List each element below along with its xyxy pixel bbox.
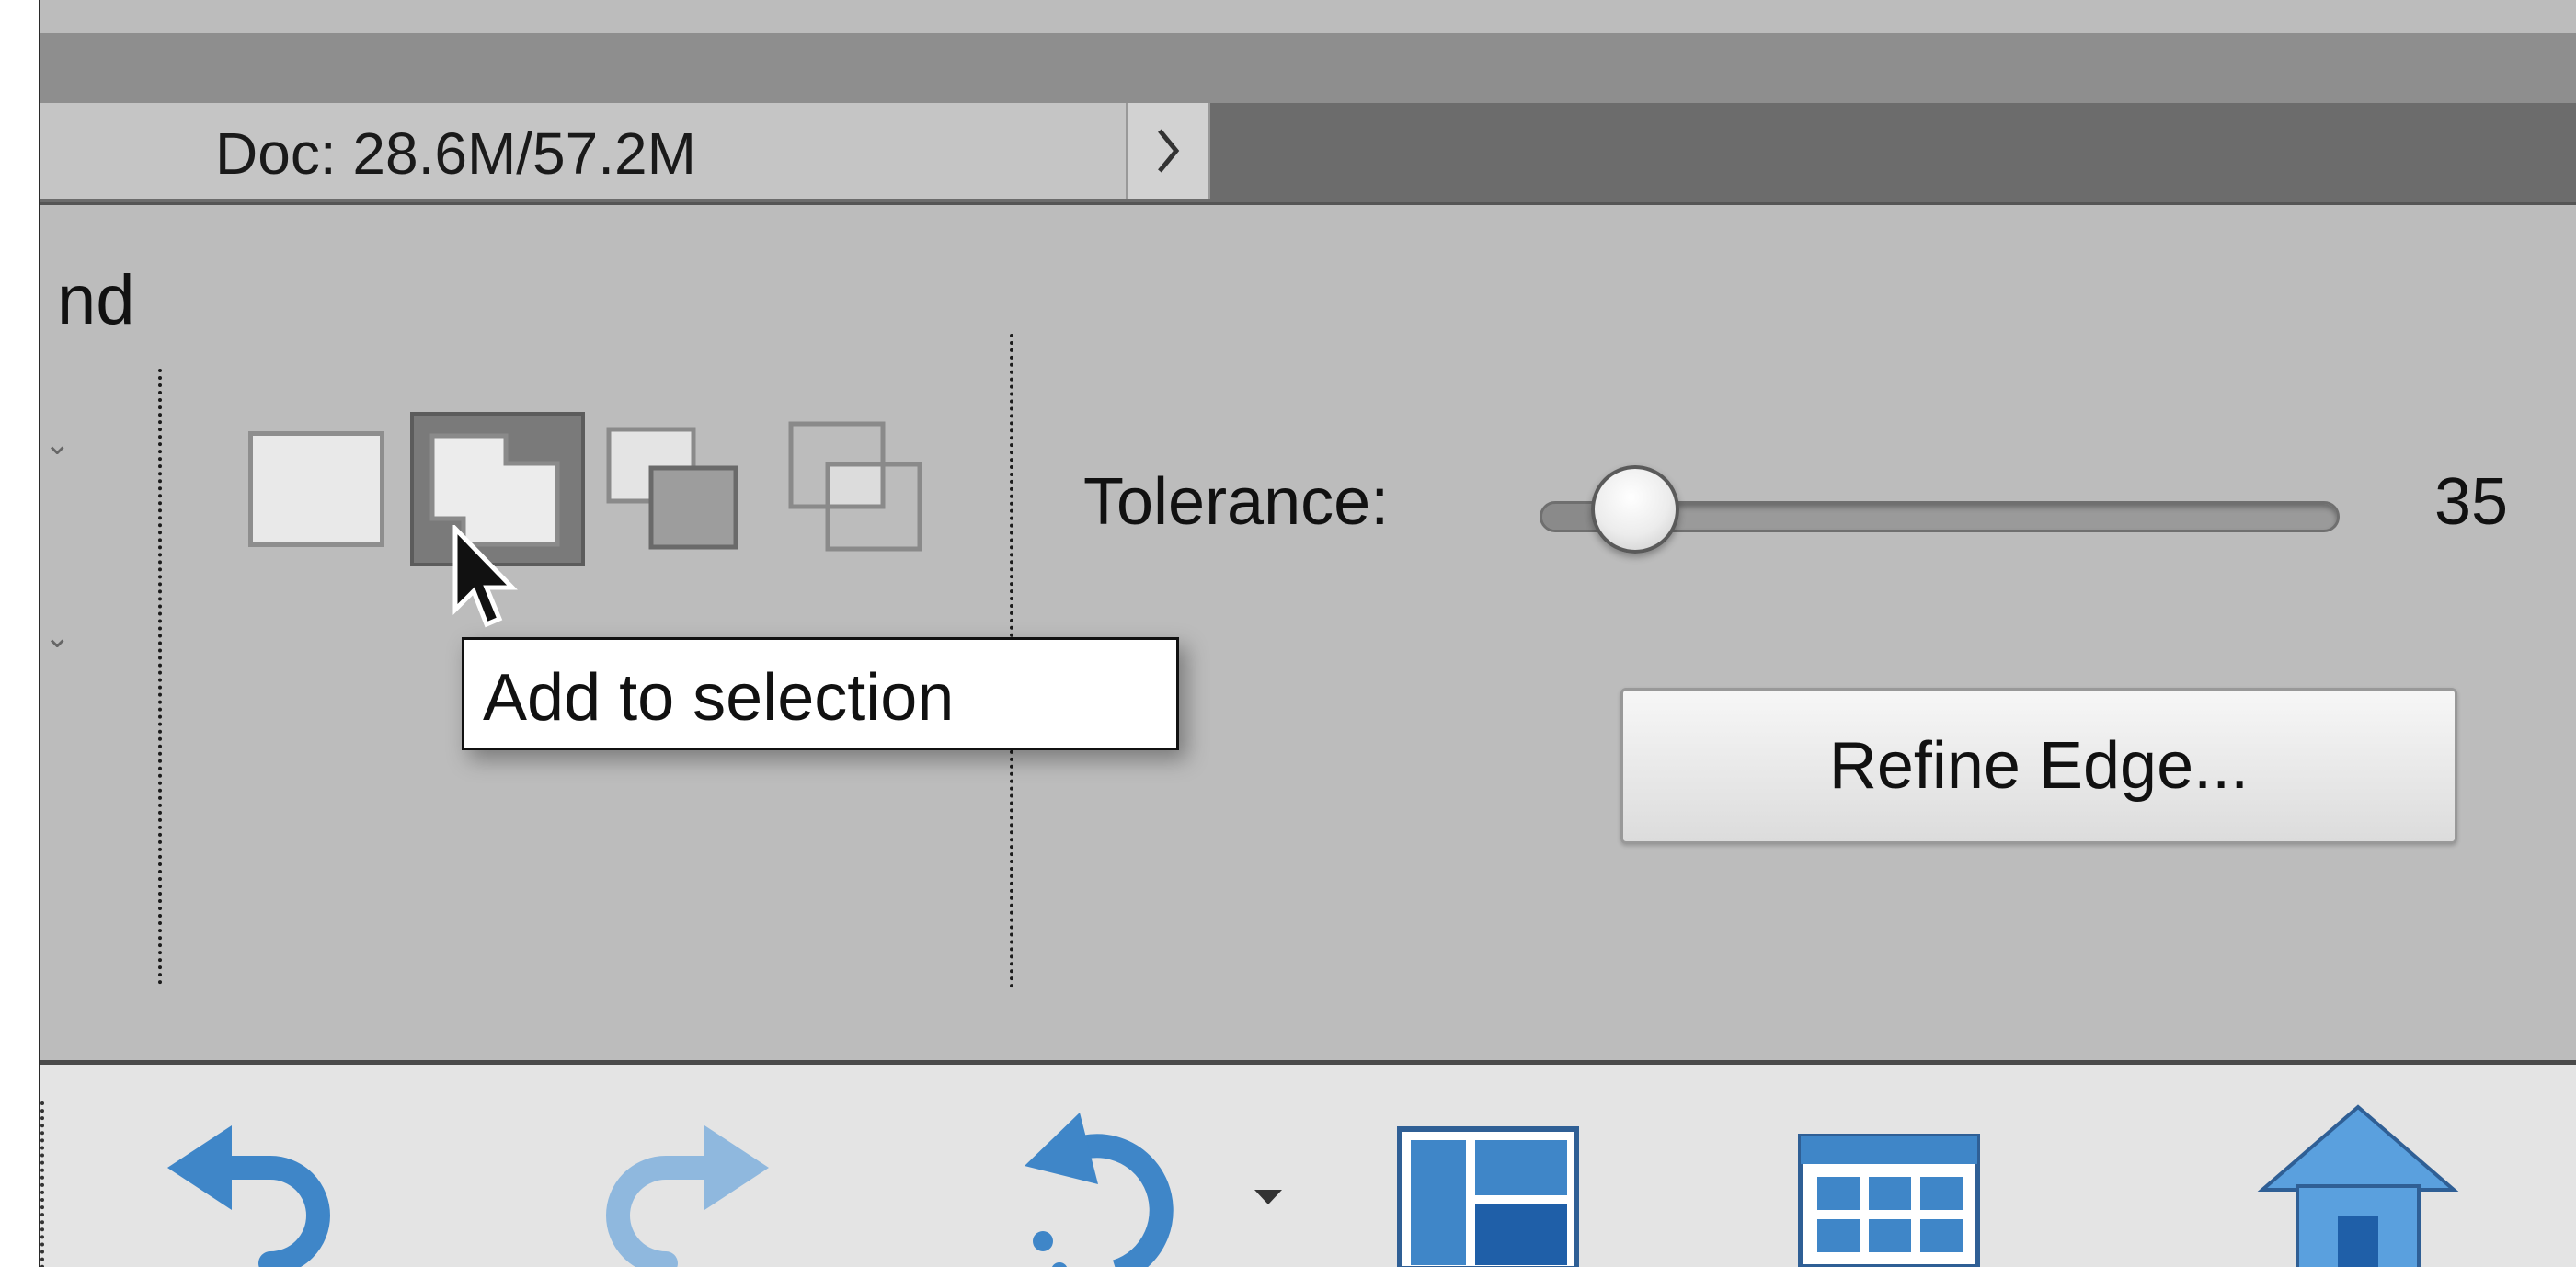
doc-size-field: Doc: 28.6M/57.2M [40, 103, 1128, 199]
dropdown-arrow-icon[interactable]: ⌄ [44, 426, 71, 462]
refine-edge-label: Refine Edge... [1828, 729, 2250, 803]
canvas-top-strip [40, 33, 2576, 103]
mouse-cursor-icon [452, 525, 518, 628]
tooltip-text: Add to selection [483, 661, 955, 735]
subtract-from-selection-icon [606, 427, 738, 550]
undo-button[interactable] [160, 1113, 344, 1267]
doc-size-text: Doc: 28.6M/57.2M [215, 120, 696, 187]
tool-options-panel: nd ⌄ ⌄ Add to selection Tolerance: 35 Re… [40, 205, 2576, 1065]
subtract-from-selection-button[interactable] [603, 424, 741, 553]
organizer-button[interactable] [1797, 1133, 1981, 1267]
tolerance-slider-thumb[interactable] [1591, 465, 1680, 554]
home-icon [2257, 1104, 2459, 1267]
photoshop-elements-window: Doc: 28.6M/57.2M nd ⌄ ⌄ Add to selection… [40, 0, 2576, 1267]
redo-button[interactable] [592, 1113, 776, 1267]
status-bar: Doc: 28.6M/57.2M [40, 103, 2576, 205]
chevron-right-icon [1158, 129, 1180, 173]
rotate-button[interactable] [1006, 1101, 1282, 1267]
undo-icon [167, 1125, 330, 1267]
rotate-icon [1025, 1113, 1282, 1267]
intersect-with-selection-button[interactable] [785, 418, 925, 554]
dropdown-arrow-icon[interactable]: ⌄ [44, 619, 71, 656]
new-selection-button[interactable] [248, 431, 384, 547]
intersect-with-selection-icon [788, 421, 922, 552]
taskbar [40, 1065, 2576, 1267]
organizer-grid-icon [1798, 1134, 1980, 1267]
tooltip: Add to selection [462, 637, 1179, 750]
tolerance-label: Tolerance: [1083, 465, 1390, 539]
redo-icon [606, 1125, 769, 1267]
taskbar-left-divider [40, 1101, 44, 1267]
layout-icon [1397, 1126, 1579, 1267]
home-button[interactable] [2257, 1101, 2459, 1267]
options-divider [158, 369, 162, 985]
status-expand-button[interactable] [1126, 103, 1210, 199]
tolerance-value: 35 [2434, 465, 2509, 539]
truncated-option-label: nd [57, 261, 135, 339]
refine-edge-button[interactable]: Refine Edge... [1620, 688, 2457, 844]
layout-button[interactable] [1396, 1125, 1580, 1267]
